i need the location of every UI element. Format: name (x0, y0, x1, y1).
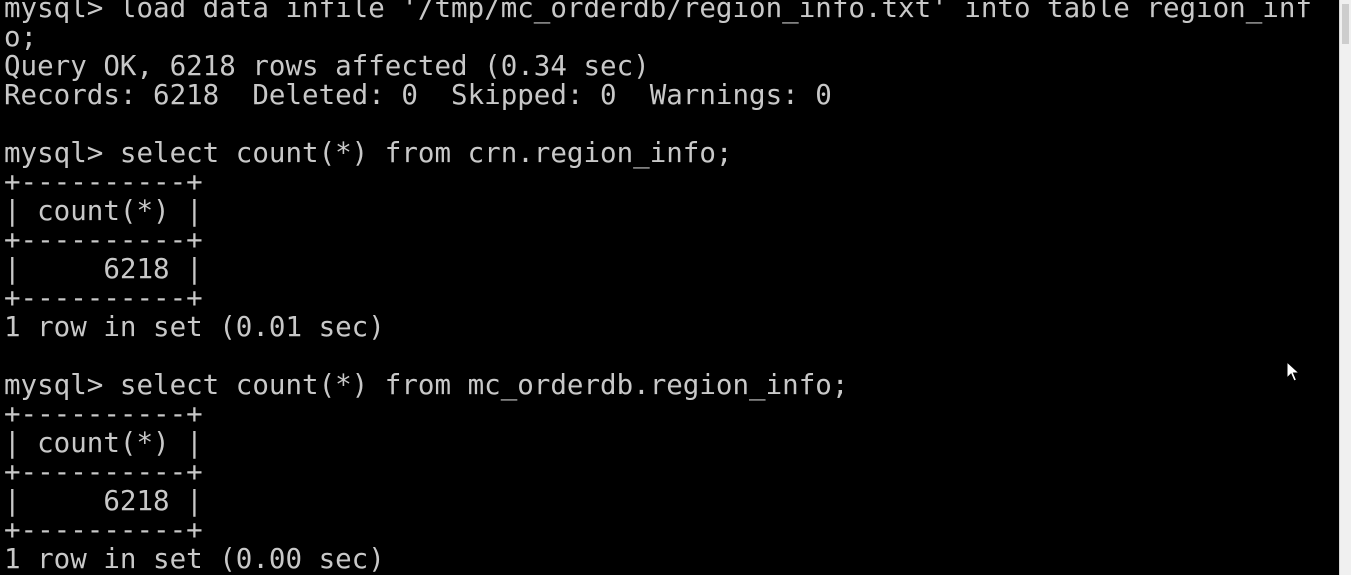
vertical-scrollbar[interactable] (1339, 0, 1351, 575)
result-table-header: | count(*) | (4, 195, 203, 227)
result-table-row: | 6218 | (4, 253, 203, 285)
result-table-border: +----------+ (4, 456, 203, 488)
result-table-border: +----------+ (4, 514, 203, 546)
scrollbar-thumb[interactable] (1342, 4, 1349, 44)
terminal-line-command-select: mysql> select count(*) from crn.region_i… (4, 137, 733, 169)
result-table-row: | 6218 | (4, 485, 203, 517)
terminal-line-command-cont: o; (4, 21, 38, 53)
result-table-border: +----------+ (4, 224, 203, 256)
terminal-line-query-ok: Query OK, 6218 rows affected (0.34 sec) (4, 50, 650, 82)
terminal-line-records: Records: 6218 Deleted: 0 Skipped: 0 Warn… (4, 79, 832, 111)
terminal-line-row-count: 1 row in set (0.01 sec) (4, 311, 385, 343)
terminal-line-command-select: mysql> select count(*) from mc_orderdb.r… (4, 369, 849, 401)
result-table-border: +----------+ (4, 398, 203, 430)
result-table-border: +----------+ (4, 282, 203, 314)
terminal-line-row-count: 1 row in set (0.00 sec) (4, 543, 385, 575)
result-table-header: | count(*) | (4, 427, 203, 459)
mouse-pointer-icon (1286, 361, 1300, 382)
terminal-window[interactable]: mysql> load data infile '/tmp/mc_orderdb… (0, 0, 1339, 575)
result-table-border: +----------+ (4, 166, 203, 198)
terminal-line-command-load: mysql> load data infile '/tmp/mc_orderdb… (4, 0, 1312, 24)
